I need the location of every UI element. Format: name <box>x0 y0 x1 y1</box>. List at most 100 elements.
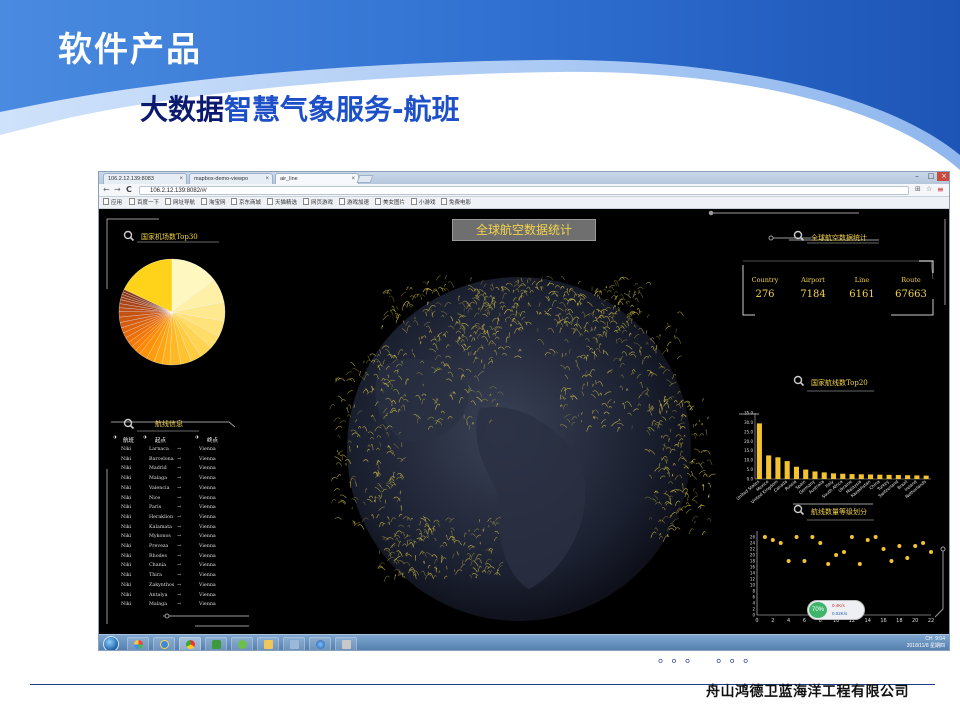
close-icon[interactable]: × <box>179 174 183 184</box>
bookmark-item[interactable]: 网页游戏 <box>303 197 333 209</box>
translate-icon[interactable]: ⊞ <box>915 185 921 193</box>
star-icon[interactable]: ☆ <box>926 185 932 193</box>
bar[interactable] <box>812 471 818 479</box>
bookmark-item[interactable]: 应用 <box>103 197 122 209</box>
scatter-point[interactable] <box>770 538 775 542</box>
bookmark-item[interactable]: 天猫精选 <box>267 197 297 209</box>
scatter-point[interactable] <box>889 559 894 563</box>
scatter-point[interactable] <box>857 562 862 566</box>
tab-2[interactable]: mapbox-demo-viewpo × <box>189 173 273 184</box>
scatter-point[interactable] <box>786 559 791 563</box>
bar[interactable] <box>914 475 920 479</box>
scatter-point[interactable] <box>834 553 839 557</box>
globe-icon[interactable] <box>309 637 331 650</box>
scatter-point[interactable] <box>778 541 783 545</box>
bookmark-item[interactable]: 小游戏 <box>411 197 436 209</box>
table-row[interactable]: Niki Paris → Vienna <box>111 505 239 514</box>
maximize-icon[interactable]: □ <box>925 172 937 181</box>
bar[interactable] <box>886 474 892 479</box>
bar[interactable] <box>766 455 772 479</box>
browser-360-icon[interactable] <box>231 637 253 650</box>
bar[interactable] <box>840 473 846 479</box>
back-icon[interactable]: ← <box>103 185 110 194</box>
table-row[interactable]: Niki Mykonos → Vienna <box>111 534 239 543</box>
bar[interactable] <box>821 472 827 479</box>
media-player-icon[interactable] <box>205 637 227 650</box>
bar[interactable] <box>775 457 781 479</box>
table-row[interactable]: Niki Thira → Vienna <box>111 573 239 582</box>
bar[interactable] <box>923 475 929 479</box>
table-row[interactable]: Niki Barcelona → Vienna <box>111 457 239 466</box>
url-input[interactable]: 106.2.12.139:8082/#/ <box>139 186 909 195</box>
table-row[interactable]: Niki Antalya → Vienna <box>111 593 239 602</box>
bar[interactable] <box>830 473 837 479</box>
bar[interactable] <box>784 461 790 479</box>
scatter-point[interactable] <box>762 535 767 539</box>
table-row[interactable]: Niki Preveza → Vienna <box>111 544 239 553</box>
table-row[interactable]: Niki Kalamata → Vienna <box>111 525 239 534</box>
apps-icon[interactable] <box>127 637 149 650</box>
bar[interactable] <box>793 466 799 479</box>
scatter-point[interactable] <box>810 535 815 539</box>
tool-icon[interactable] <box>335 637 357 650</box>
table-row[interactable]: Niki Malaga → Vienna <box>111 476 239 485</box>
table-row[interactable]: Niki Zakynthos → Vienna <box>111 583 239 592</box>
window-close-icon[interactable]: × <box>937 172 949 181</box>
bar[interactable] <box>858 474 864 479</box>
table-row[interactable]: Niki Chania → Vienna <box>111 563 239 572</box>
close-icon[interactable]: × <box>351 174 355 184</box>
tab-1[interactable]: 106.2.12.139:8083 × <box>103 173 187 184</box>
scatter-point[interactable] <box>929 550 933 554</box>
minimize-icon[interactable]: – <box>911 172 923 181</box>
scatter-point[interactable] <box>897 544 902 548</box>
bookmark-item[interactable]: 网址导航 <box>165 197 195 209</box>
tab-3[interactable]: air_line × <box>275 173 359 184</box>
bookmark-item[interactable]: 免费电影 <box>441 197 471 209</box>
bar[interactable] <box>877 474 883 479</box>
scatter-point[interactable] <box>849 535 854 539</box>
new-tab-button[interactable] <box>356 175 374 183</box>
bar[interactable] <box>895 475 901 479</box>
folder-icon[interactable] <box>257 637 279 650</box>
scatter-point[interactable] <box>826 562 831 566</box>
scatter-point[interactable] <box>873 535 878 539</box>
menu-icon[interactable]: ≡ <box>937 185 944 194</box>
table-row[interactable]: Niki Larnaca → Vienna <box>111 447 239 456</box>
scatter-point[interactable] <box>865 538 870 542</box>
scatter-point[interactable] <box>921 541 926 545</box>
bookmark-item[interactable]: 游戏加速 <box>339 197 369 209</box>
table-row[interactable]: Niki Heraklion → Vienna <box>111 515 239 524</box>
forward-icon[interactable]: → <box>114 185 121 194</box>
table-row[interactable]: Niki Valencia → Vienna <box>111 486 239 495</box>
reload-icon[interactable]: C <box>126 185 132 194</box>
scatter-point[interactable] <box>905 556 910 560</box>
language-indicator[interactable]: CH <box>925 636 932 642</box>
scatter-point[interactable] <box>842 550 846 554</box>
ie-icon[interactable] <box>153 637 175 650</box>
scatter-point[interactable] <box>913 544 918 548</box>
table-row[interactable]: Niki Malaga → Vienna <box>111 602 239 611</box>
scatter-point[interactable] <box>881 547 886 551</box>
network-icon[interactable] <box>283 637 305 650</box>
scatter-point[interactable] <box>802 559 807 563</box>
bar[interactable] <box>905 475 911 479</box>
bar[interactable] <box>868 474 874 479</box>
bar[interactable] <box>849 474 855 479</box>
table-row[interactable]: Niki Madrid → Vienna <box>111 466 239 475</box>
start-button[interactable] <box>103 636 119 650</box>
bookmark-item[interactable]: 淘宝网 <box>201 197 226 209</box>
cell-to: Vienna <box>199 466 216 472</box>
bar[interactable] <box>803 469 809 479</box>
table-row[interactable]: Niki Nice → Vienna <box>111 496 239 505</box>
chrome-icon[interactable] <box>179 637 201 650</box>
bookmark-item[interactable]: 美女图片 <box>375 197 405 209</box>
bookmark-item[interactable]: 百度一下 <box>129 197 159 209</box>
table-row[interactable]: Niki Rhodes → Vienna <box>111 554 239 563</box>
network-speed-widget[interactable]: 70% 0.4K/s 0.02K/s <box>807 600 865 620</box>
scatter-point[interactable] <box>794 535 799 539</box>
bar[interactable] <box>756 423 762 479</box>
close-icon[interactable]: × <box>265 174 269 184</box>
bookmark-item[interactable]: 京东商城 <box>231 197 261 209</box>
scatter-point[interactable] <box>818 541 823 545</box>
system-tray[interactable]: CH 9:04 2018/11/8 星期四 <box>907 636 945 650</box>
